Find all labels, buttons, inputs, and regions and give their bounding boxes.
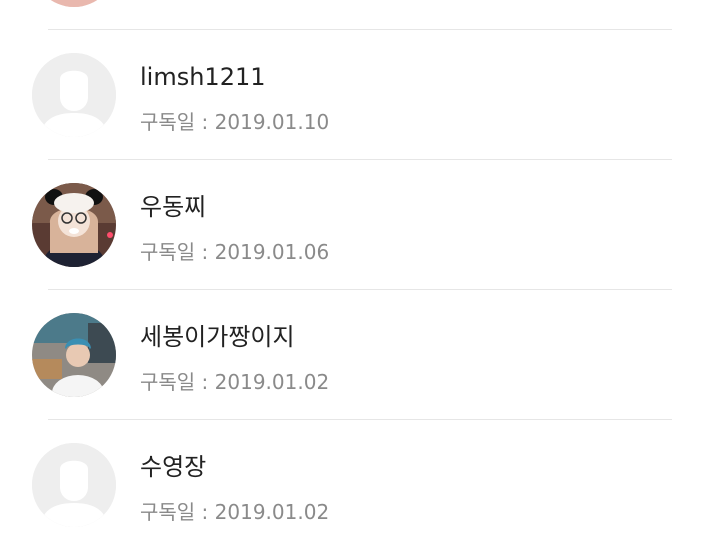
default-avatar-icon xyxy=(32,443,116,527)
avatar[interactable] xyxy=(32,443,116,527)
default-avatar-icon xyxy=(32,53,116,137)
subscribe-date: 구독일 : 2019.01.10 xyxy=(140,108,329,136)
avatar[interactable] xyxy=(32,183,116,267)
subscriber-name[interactable]: limsh1211 xyxy=(140,61,266,93)
subscribe-date: 구독일 : 2019.01.06 xyxy=(140,238,329,266)
subscribe-date-value: 2019.01.10 xyxy=(214,110,330,134)
avatar-photo xyxy=(32,313,116,397)
avatar[interactable] xyxy=(32,313,116,397)
subscribe-date: 구독일 : 2019.01.02 xyxy=(140,368,329,396)
subscriber-name[interactable]: 세봉이가짱이지 xyxy=(140,321,295,353)
subscribe-date: 구독일 : 2019.01.02 xyxy=(140,498,329,526)
subscriber-name[interactable]: 우동찌 xyxy=(140,191,206,223)
list-item[interactable]: 수영장 구독일 : 2019.01.02 xyxy=(0,420,720,550)
list-item[interactable]: 우동찌 구독일 : 2019.01.06 xyxy=(0,160,720,290)
subscribe-date-value: 2019.01.02 xyxy=(214,370,330,394)
subscribe-date-value: 2019.01.02 xyxy=(214,500,330,524)
subscribe-date-label: 구독일 : xyxy=(140,110,215,134)
subscribe-date-label: 구독일 : xyxy=(140,500,215,524)
subscribe-date-value: 2019.01.06 xyxy=(214,240,330,264)
avatar-photo xyxy=(32,0,116,7)
list-item[interactable]: limsh1211 구독일 : 2019.01.10 xyxy=(0,30,720,160)
subscribe-date-label: 구독일 : xyxy=(140,240,215,264)
avatar[interactable] xyxy=(32,53,116,137)
subscriber-list: limsh1211 구독일 : 2019.01.10 우동찌 구독일: 201… xyxy=(0,0,720,550)
avatar[interactable] xyxy=(32,0,116,7)
list-item[interactable] xyxy=(0,0,720,30)
subscriber-name[interactable]: 수영장 xyxy=(140,451,206,483)
avatar-photo xyxy=(32,183,116,267)
subscribe-date-label: 구독일 : xyxy=(140,370,215,394)
list-item[interactable]: 세봉이가짱이지 구독일 : 2019.01.02 xyxy=(0,290,720,420)
